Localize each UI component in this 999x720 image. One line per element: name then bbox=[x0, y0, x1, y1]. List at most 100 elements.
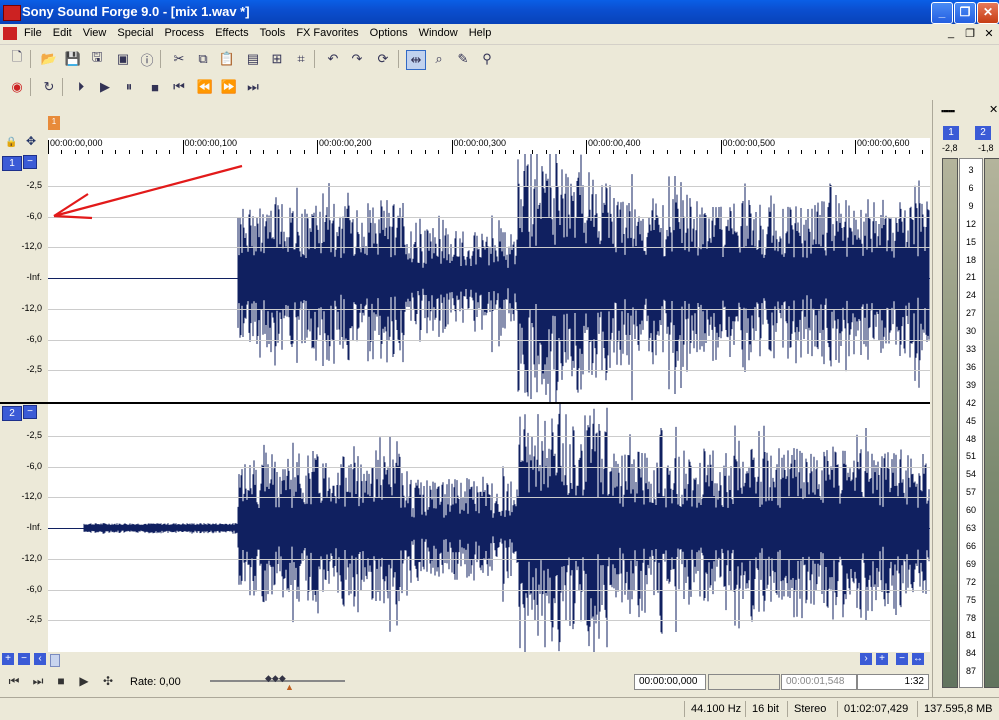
open-icon[interactable]: 📂 bbox=[40, 50, 58, 68]
scroll-right-button[interactable]: › bbox=[860, 653, 872, 665]
zoom-in-right-button[interactable]: + bbox=[876, 653, 888, 665]
channel-2-gutter: 2 − -2,5 -6,0 -12,0 -Inf. -12,0 -6,0 -2,5 bbox=[0, 404, 48, 652]
meter-close-button[interactable]: ✕ bbox=[989, 103, 998, 116]
play-icon[interactable]: ▶ bbox=[96, 78, 114, 96]
cut-icon[interactable]: ✂ bbox=[170, 50, 188, 68]
channel-2-waveform[interactable] bbox=[48, 404, 930, 652]
scrub-icon[interactable]: ✣ bbox=[100, 673, 116, 689]
time-ruler-area: 00:00:00,000 00:00:00,100 00:00:00,200 00:0… bbox=[0, 114, 930, 155]
meter-scale-label: 84 bbox=[965, 648, 976, 659]
menu-process[interactable]: Process bbox=[164, 27, 204, 39]
repeat-icon[interactable]: ⟳ bbox=[374, 50, 392, 68]
meter-channel-2-badge[interactable]: 2 bbox=[975, 126, 991, 140]
toolbar-separator bbox=[30, 50, 31, 68]
rewind-icon[interactable]: ⏪ bbox=[196, 78, 214, 96]
menu-special[interactable]: Special bbox=[117, 27, 153, 39]
scroll-left-button[interactable]: ‹ bbox=[34, 653, 46, 665]
selection-end-field[interactable]: 00:00:01,548 bbox=[781, 674, 857, 690]
document-icon[interactable] bbox=[3, 27, 17, 40]
close-button[interactable]: ✕ bbox=[977, 2, 999, 24]
meter-scale-label: 51 bbox=[965, 451, 976, 462]
event-tool-icon[interactable]: ⚲ bbox=[478, 50, 496, 68]
channel-2-minimize-button[interactable]: − bbox=[23, 405, 37, 419]
meter-scale-label: 18 bbox=[965, 254, 976, 265]
paste-special-icon[interactable]: ▤ bbox=[244, 50, 262, 68]
meter-grip[interactable]: ▪▪▪▪▪▪ bbox=[941, 106, 955, 116]
menu-effects[interactable]: Effects bbox=[215, 27, 248, 39]
meter-channel-1-badge[interactable]: 1 bbox=[943, 126, 959, 140]
meter-scale-label: 72 bbox=[965, 576, 976, 587]
menu-options[interactable]: Options bbox=[370, 27, 408, 39]
selection-start-field[interactable]: 00:00:00,000 bbox=[634, 674, 706, 690]
save-icon[interactable]: 💾 bbox=[64, 50, 82, 68]
new-icon[interactable]: 🗋 bbox=[8, 49, 26, 68]
crop-icon[interactable]: ⌗ bbox=[292, 50, 310, 68]
menu-fx-favorites[interactable]: FX Favorites bbox=[296, 27, 358, 39]
db-label: -2,5 bbox=[26, 614, 42, 624]
ruler-label: 00:00:00,100 bbox=[184, 138, 238, 148]
copy-icon[interactable]: ⧉ bbox=[194, 50, 212, 68]
minimize-button[interactable]: _ bbox=[931, 2, 953, 24]
ruler-tick bbox=[182, 140, 184, 154]
meter-scale-label: 78 bbox=[965, 612, 976, 623]
menu-window[interactable]: Window bbox=[419, 27, 458, 39]
time-ruler[interactable]: 00:00:00,000 00:00:00,100 00:00:00,200 00:0… bbox=[48, 138, 930, 155]
menu-help[interactable]: Help bbox=[469, 27, 492, 39]
zoom-ratio-field[interactable]: 1:32 bbox=[857, 674, 929, 690]
maximize-button[interactable]: ❐ bbox=[954, 2, 976, 24]
stop-icon[interactable]: ■ bbox=[146, 78, 164, 96]
paste-icon[interactable]: 📋 bbox=[218, 50, 236, 68]
forward-icon[interactable]: ⏩ bbox=[220, 78, 238, 96]
undo-icon[interactable]: ↶ bbox=[324, 50, 342, 68]
channel-2-badge[interactable]: 2 bbox=[2, 406, 22, 421]
snap-icon[interactable]: ✥ bbox=[26, 134, 36, 148]
save-as-icon[interactable]: 🖫 bbox=[88, 49, 106, 68]
ruler-label: 00:00:00,300 bbox=[453, 138, 507, 148]
menu-view[interactable]: View bbox=[83, 27, 107, 39]
sample-rate-status: 44.100 Hz bbox=[684, 701, 747, 717]
meter-scale-label: 36 bbox=[965, 361, 976, 372]
mdi-close-button[interactable]: ✕ bbox=[982, 27, 996, 40]
menu-tools[interactable]: Tools bbox=[260, 27, 286, 39]
channel-1-minimize-button[interactable]: − bbox=[23, 155, 37, 169]
zoom-in-button[interactable]: + bbox=[2, 653, 14, 665]
meter-scale-label: 30 bbox=[965, 326, 976, 337]
pencil-tool-icon[interactable]: ✎ bbox=[454, 50, 472, 68]
channel-1-badge[interactable]: 1 bbox=[2, 156, 22, 171]
scroll-thumb[interactable] bbox=[50, 654, 60, 667]
render-icon[interactable]: ▣ bbox=[114, 50, 132, 68]
zoom-fit-button[interactable]: ↔ bbox=[912, 653, 924, 665]
go-start-icon[interactable]: ⏮ bbox=[170, 78, 188, 96]
db-label: -12,0 bbox=[21, 553, 42, 563]
go-start-icon[interactable]: ⏮ bbox=[6, 673, 22, 689]
menu-file[interactable]: File bbox=[24, 27, 42, 39]
meter-scale-label: 3 bbox=[968, 165, 974, 175]
go-end-icon[interactable]: ⏭ bbox=[244, 78, 262, 96]
play-all-icon[interactable]: ⏵ bbox=[72, 78, 90, 96]
db-label: -6,0 bbox=[26, 584, 42, 594]
stop-icon[interactable]: ■ bbox=[53, 673, 69, 689]
edit-tool-icon[interactable]: ⇹ bbox=[406, 50, 426, 70]
redo-icon[interactable]: ↷ bbox=[348, 50, 366, 68]
pause-icon[interactable]: ⏸ bbox=[120, 78, 138, 96]
meter-scale-label: 45 bbox=[965, 415, 976, 426]
properties-icon[interactable]: ⓘ bbox=[138, 50, 156, 68]
grid-line bbox=[48, 436, 930, 437]
play-normal-icon[interactable]: ▶ bbox=[76, 673, 92, 689]
meter-scale-label: 15 bbox=[965, 236, 976, 247]
go-end-icon[interactable]: ⏭ bbox=[30, 673, 46, 689]
mdi-restore-button[interactable]: ❐ bbox=[963, 27, 977, 40]
mdi-minimize-button[interactable]: _ bbox=[944, 27, 958, 39]
meter-scale-label: 42 bbox=[965, 397, 976, 408]
loop-icon[interactable]: ↻ bbox=[40, 78, 58, 96]
db-label: -6,0 bbox=[26, 334, 42, 344]
zoom-out-right-button[interactable]: − bbox=[896, 653, 908, 665]
zoom-out-button[interactable]: − bbox=[18, 653, 30, 665]
menu-edit[interactable]: Edit bbox=[53, 27, 72, 39]
mix-icon[interactable]: ⊞ bbox=[268, 50, 286, 68]
magnify-tool-icon[interactable]: ⌕ bbox=[430, 50, 448, 68]
lock-icon[interactable]: 🔒 bbox=[5, 137, 17, 148]
meter-scale-label: 24 bbox=[965, 290, 976, 301]
marker-flag[interactable]: 1 bbox=[48, 116, 60, 130]
record-icon[interactable]: ◉ bbox=[8, 78, 26, 96]
